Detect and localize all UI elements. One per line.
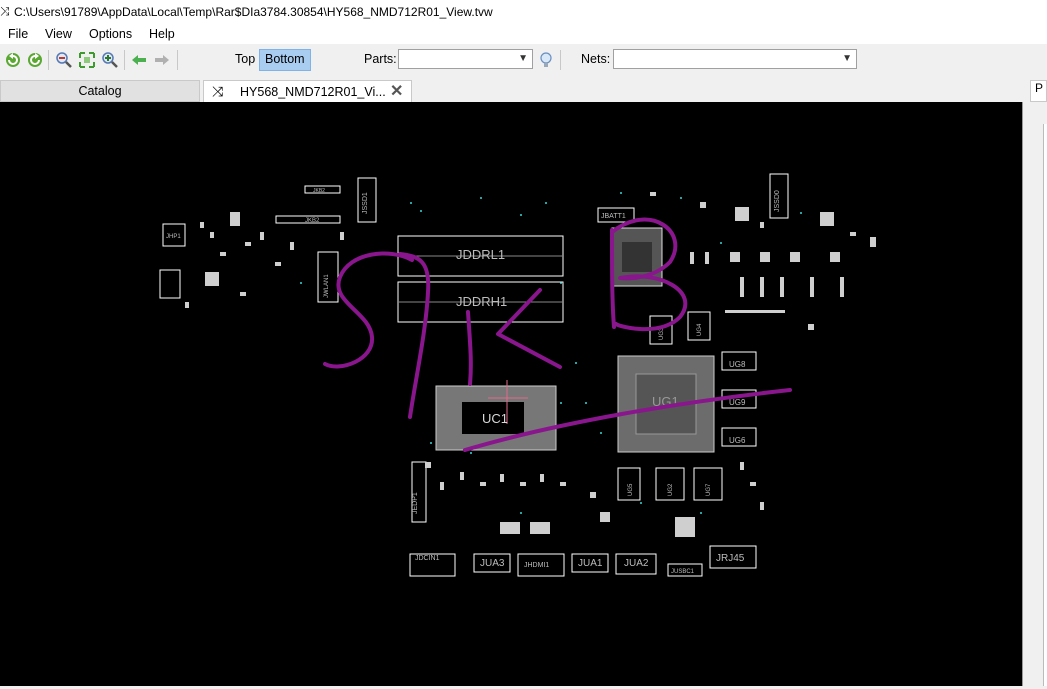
annotation-letter-j xyxy=(398,252,431,419)
forward-arrow-icon[interactable] xyxy=(153,51,171,69)
parts-combobox[interactable]: ▼ xyxy=(398,49,533,69)
toolbar: Top Bottom Parts: ▼ Nets: ▼ xyxy=(0,45,1047,75)
rotate-left-icon[interactable] xyxy=(4,51,22,69)
label-jua3: JUA3 xyxy=(480,558,505,569)
tab-board-view-label: HY568_NMD712R01_Vi... xyxy=(240,85,386,99)
tab-right-panel[interactable]: P xyxy=(1030,80,1047,102)
document-tabs: Catalog ⤨ HY568_NMD712R01_Vi... ✕ xyxy=(0,80,1047,102)
annotation-letter-b-stem xyxy=(610,228,616,329)
toolbar-separator xyxy=(177,50,178,70)
label-jusbc1: JUSBC1 xyxy=(671,569,695,575)
toolbar-separator xyxy=(560,50,561,70)
label-jua2: JUA2 xyxy=(624,558,649,569)
via-cluster xyxy=(300,192,802,514)
label-jddrl1: JDDRL1 xyxy=(456,247,505,262)
chevron-down-icon: ▼ xyxy=(518,53,528,64)
label-ug4: UG4 xyxy=(697,323,703,336)
annotation-letter-i xyxy=(466,310,473,386)
label-ug9: UG9 xyxy=(729,398,746,407)
toolbar-separator xyxy=(124,50,125,70)
menu-help[interactable]: Help xyxy=(149,27,175,41)
pcb-board-view[interactable]: JDDRL1 JDDRH1 UC1 UG1 JHP1 JKB2 JKB2 JBA… xyxy=(0,102,1022,686)
top-side-button[interactable]: Top xyxy=(230,49,260,69)
nets-combobox[interactable]: ▼ xyxy=(613,49,857,69)
label-jssd1: JSSD1 xyxy=(362,192,369,214)
right-docked-panel xyxy=(1022,102,1047,686)
label-jhp1: JHP1 xyxy=(166,234,181,240)
title-bar: ⤨ C:\Users\91789\AppData\Local\Temp\Rar$… xyxy=(0,0,1047,24)
label-ug2: UG2 xyxy=(668,483,674,496)
close-icon[interactable]: ✕ xyxy=(390,81,403,101)
chip-pmic-die xyxy=(622,242,652,272)
app-icon: ⤨ xyxy=(0,4,10,18)
menu-file[interactable]: File xyxy=(8,27,28,41)
right-panel-content xyxy=(1043,124,1047,686)
label-jwlan1: JWLAN1 xyxy=(324,274,330,298)
label-jbatt1: JBATT1 xyxy=(601,213,626,220)
label-jddrh1: JDDRH1 xyxy=(456,294,507,309)
label-ug7: UG7 xyxy=(706,483,712,496)
toolbar-separator xyxy=(48,50,49,70)
label-jhdmi1: JHDMI1 xyxy=(524,562,549,569)
chevron-down-icon: ▼ xyxy=(842,53,852,64)
fit-view-icon[interactable] xyxy=(78,51,96,69)
label-ug6: UG6 xyxy=(729,436,746,445)
bottom-side-button[interactable]: Bottom xyxy=(259,49,311,71)
tab-catalog[interactable]: Catalog xyxy=(0,80,200,102)
label-ug5: UG5 xyxy=(628,483,634,496)
rotate-right-icon[interactable] xyxy=(26,51,44,69)
zoom-out-icon[interactable] xyxy=(55,51,73,69)
label-jkb2-small: JKB2 xyxy=(313,188,325,194)
label-jua1: JUA1 xyxy=(578,558,603,569)
back-arrow-icon[interactable] xyxy=(130,51,148,69)
window-title: C:\Users\91789\AppData\Local\Temp\Rar$DI… xyxy=(14,5,493,19)
label-jedp1: JEDP1 xyxy=(412,492,419,514)
parts-label: Parts: xyxy=(364,52,397,66)
label-uc1: UC1 xyxy=(482,411,508,426)
shuffle-icon: ⤨ xyxy=(212,83,224,99)
menu-bar: File View Options Help xyxy=(0,24,1047,44)
nets-label: Nets: xyxy=(581,52,611,66)
label-jkb2: JKB2 xyxy=(305,218,320,224)
passive-components xyxy=(185,192,876,537)
label-jssd0: JSSD0 xyxy=(774,190,781,212)
label-jrj45: JRJ45 xyxy=(716,553,745,564)
tab-board-view[interactable]: ⤨ HY568_NMD712R01_Vi... ✕ xyxy=(203,80,412,102)
label-ug8: UG8 xyxy=(729,360,746,369)
light-bulb-icon[interactable] xyxy=(537,51,555,69)
menu-options[interactable]: Options xyxy=(89,27,132,41)
label-jdcin1: JDCIN1 xyxy=(415,555,440,562)
board-canvas[interactable]: JDDRL1 JDDRH1 UC1 UG1 JHP1 JKB2 JKB2 JBA… xyxy=(0,102,1022,686)
zoom-in-icon[interactable] xyxy=(101,51,119,69)
menu-view[interactable]: View xyxy=(45,27,72,41)
hand-annotation xyxy=(323,217,792,452)
